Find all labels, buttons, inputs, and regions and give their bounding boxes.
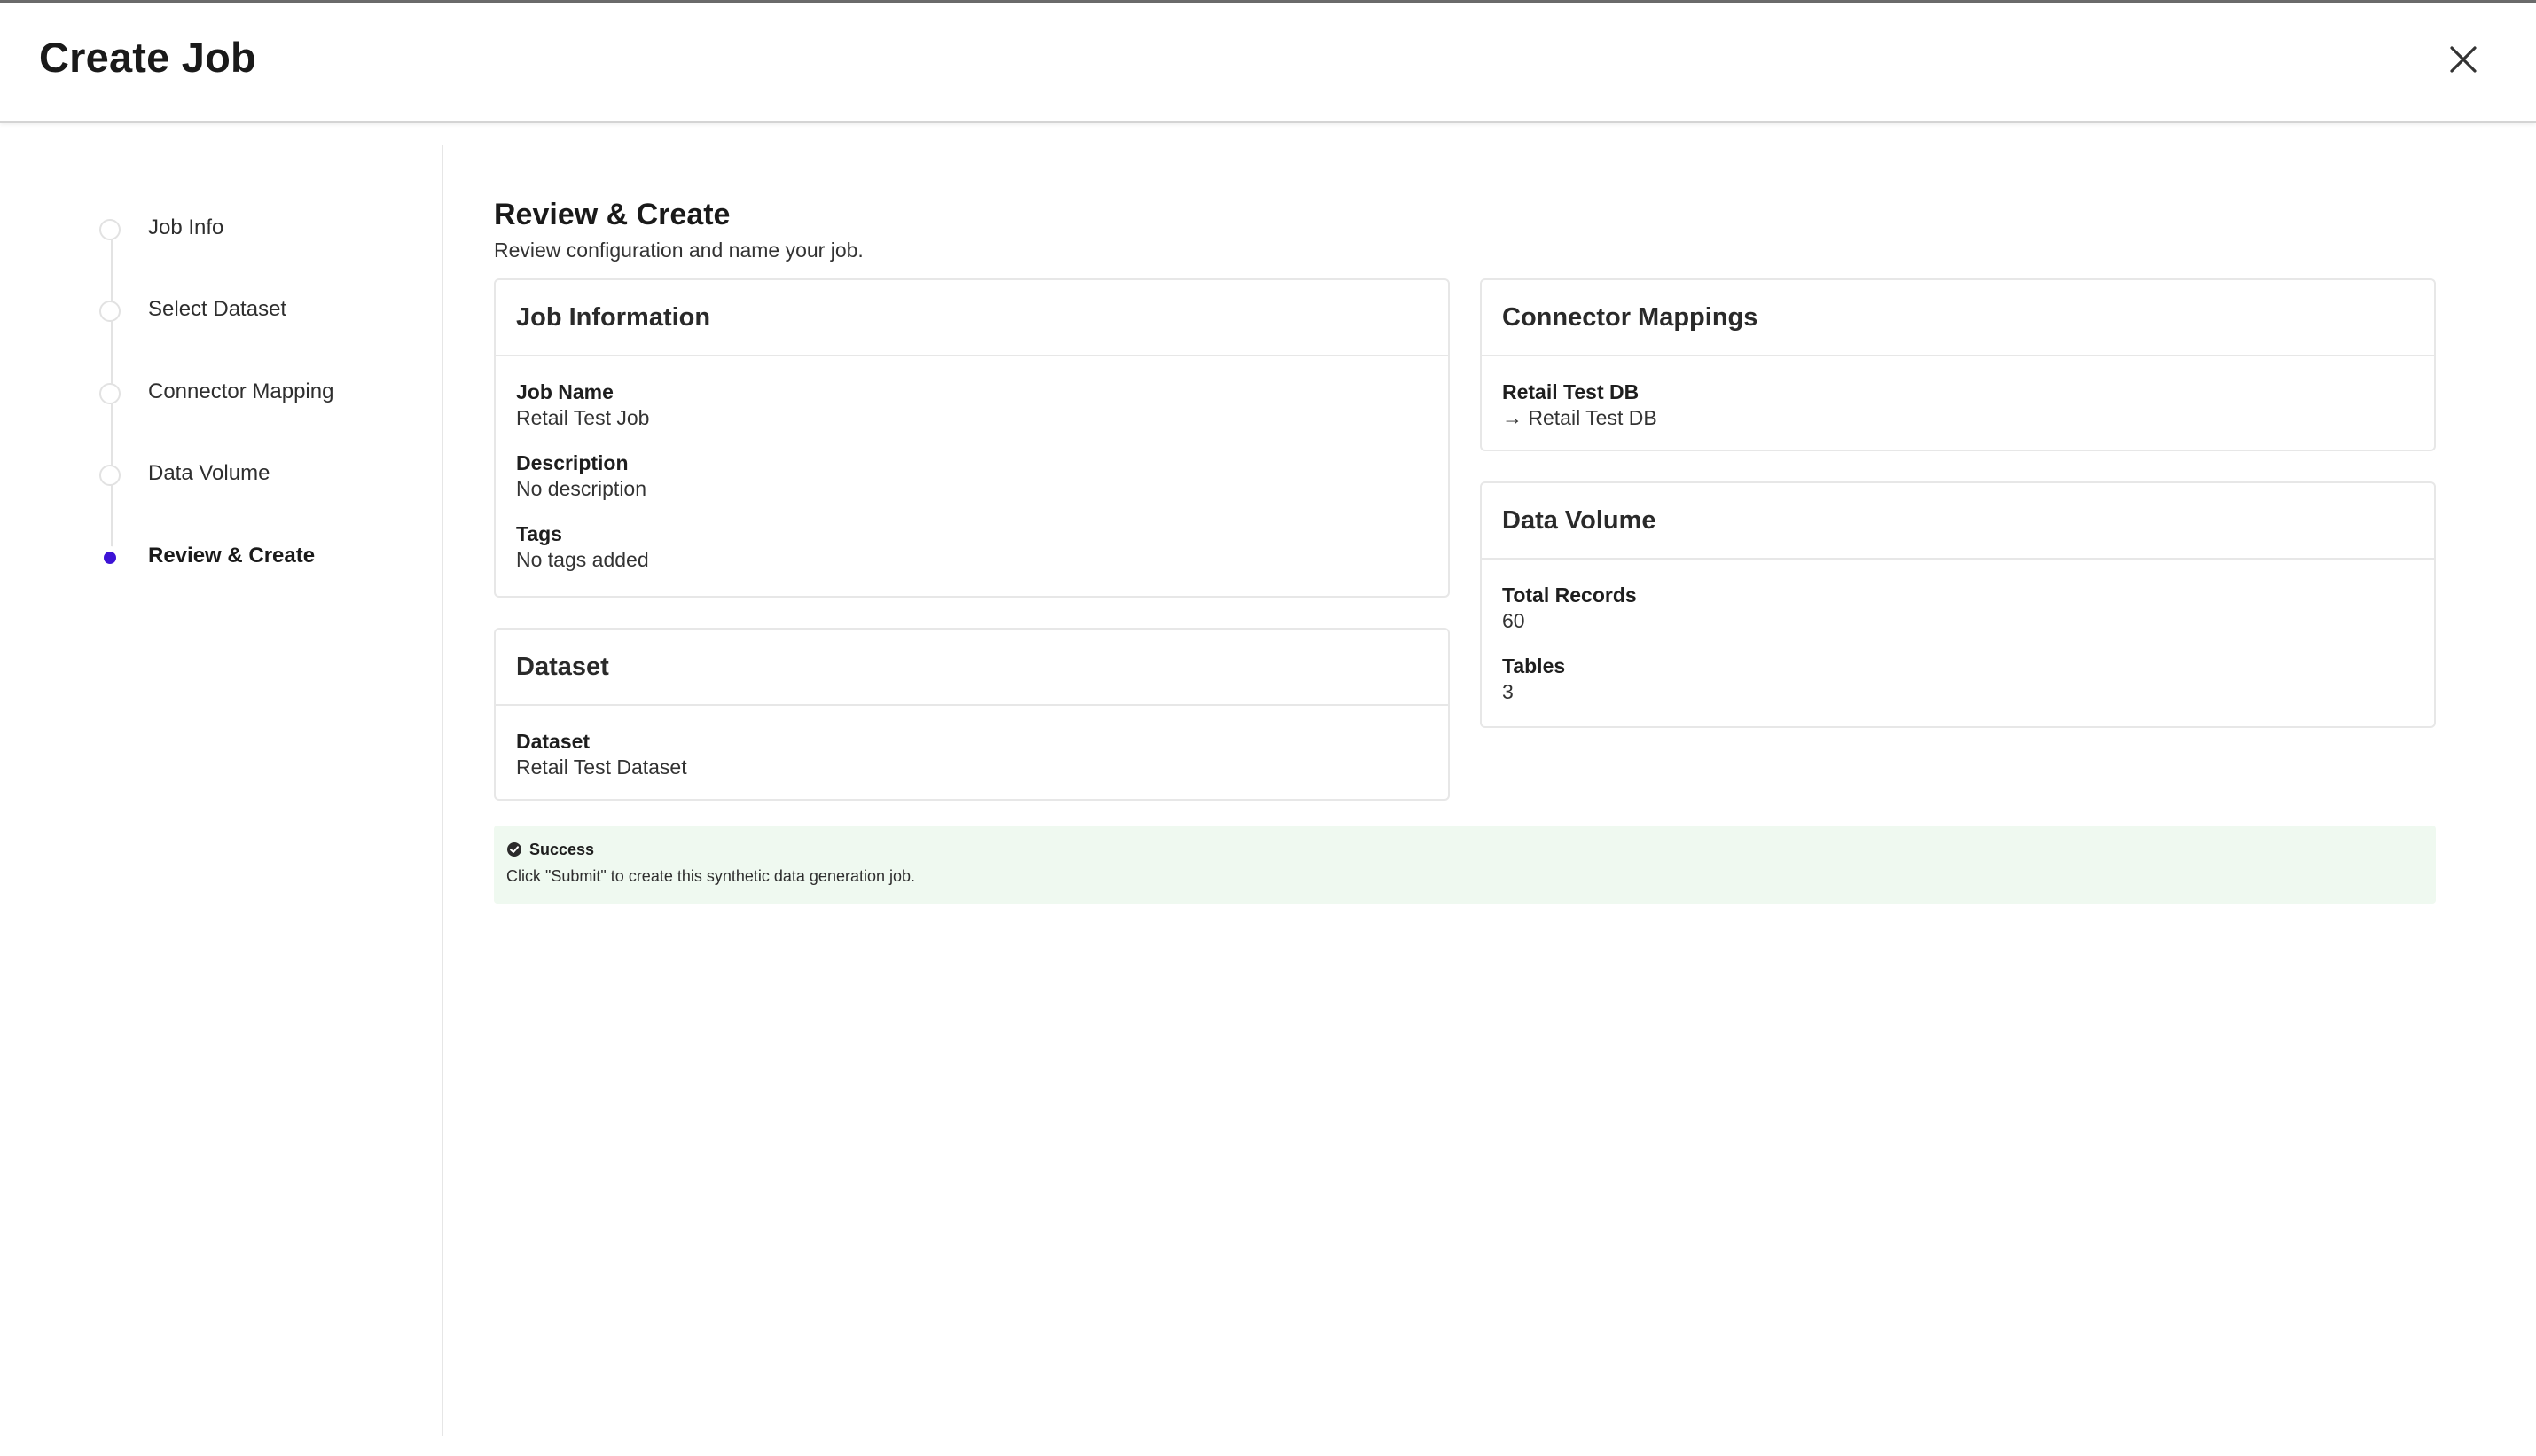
alert-message: Click "Submit" to create this synthetic …: [506, 867, 916, 885]
field-label: Total Records: [1502, 583, 1637, 607]
dialog-header: Create Job: [0, 3, 2536, 123]
data-volume-card: Data Volume Total Records 60 Tables 3: [1480, 481, 2436, 728]
stepper-sidebar: Job Info Select Dataset Connector Mappin…: [0, 145, 443, 1436]
step-indicator: [99, 301, 121, 322]
field-value: Retail Test Job: [516, 406, 650, 429]
step-indicator: [99, 383, 121, 404]
field-label: Description: [516, 451, 629, 474]
card-body: Retail Test DB → Retail Test DB: [1482, 356, 2434, 431]
field-connector-mapping: Retail Test DB → Retail Test DB: [1502, 380, 2434, 431]
card-body: Total Records 60 Tables 3: [1482, 560, 2434, 705]
step-data-volume[interactable]: Data Volume: [99, 458, 436, 493]
dialog-title: Create Job: [39, 34, 256, 81]
close-button[interactable]: [2444, 40, 2483, 79]
field-value: Retail Test Dataset: [516, 755, 687, 779]
card-header: Dataset: [496, 630, 1448, 706]
step-label: Data Volume: [148, 461, 270, 485]
card-header: Data Volume: [1482, 483, 2434, 560]
section-title: Review & Create: [494, 198, 731, 231]
close-icon: [2450, 46, 2477, 73]
step-label: Job Info: [148, 215, 224, 239]
card-title: Connector Mappings: [1502, 303, 1758, 332]
step-indicator: [99, 219, 121, 240]
field-label: Tables: [1502, 654, 1566, 677]
step-review-create[interactable]: Review & Create: [99, 540, 436, 575]
dataset-card: Dataset Dataset Retail Test Dataset: [494, 628, 1450, 801]
field-label: Dataset: [516, 730, 591, 753]
card-title: Dataset: [516, 653, 609, 681]
step-label: Connector Mapping: [148, 380, 334, 403]
job-information-card: Job Information Job Name Retail Test Job…: [494, 278, 1450, 598]
alert-title: Success: [529, 841, 595, 858]
card-body: Dataset Retail Test Dataset: [496, 706, 1448, 780]
card-header: Connector Mappings: [1482, 280, 2434, 356]
field-label: Tags: [516, 522, 562, 545]
step-select-dataset[interactable]: Select Dataset: [99, 294, 436, 329]
step-job-info[interactable]: Job Info: [99, 212, 436, 247]
step-indicator: [99, 465, 121, 486]
step-indicator-active: [99, 547, 121, 568]
field-dataset: Dataset Retail Test Dataset: [516, 729, 1448, 780]
field-value: → Retail Test DB: [1502, 406, 1657, 429]
field-label: Retail Test DB: [1502, 380, 1640, 403]
step-connector-mapping[interactable]: Connector Mapping: [99, 376, 436, 411]
card-body: Job Name Retail Test Job Description No …: [496, 356, 1448, 573]
field-value: No description: [516, 477, 647, 500]
check-circle-icon: [506, 842, 522, 857]
card-title: Data Volume: [1502, 506, 1656, 535]
field-job-name: Job Name Retail Test Job: [516, 380, 1448, 431]
field-total-records: Total Records 60: [1502, 583, 2434, 634]
create-job-dialog: Create Job Job Info Select Dataset Conne…: [0, 0, 2536, 1456]
field-tables: Tables 3: [1502, 654, 2434, 705]
field-value: No tags added: [516, 548, 649, 571]
connector-mappings-card: Connector Mappings Retail Test DB → Reta…: [1480, 278, 2436, 451]
field-value: 3: [1502, 680, 1514, 703]
field-value: 60: [1502, 609, 1525, 632]
card-header: Job Information: [496, 280, 1448, 356]
card-title: Job Information: [516, 303, 711, 332]
success-alert: Success Click "Submit" to create this sy…: [494, 826, 2436, 904]
field-label: Job Name: [516, 380, 614, 403]
step-label: Review & Create: [148, 544, 316, 568]
field-description: Description No description: [516, 450, 1448, 502]
section-subtitle: Review configuration and name your job.: [494, 239, 864, 262]
field-tags: Tags No tags added: [516, 521, 1448, 573]
step-label: Select Dataset: [148, 297, 287, 321]
